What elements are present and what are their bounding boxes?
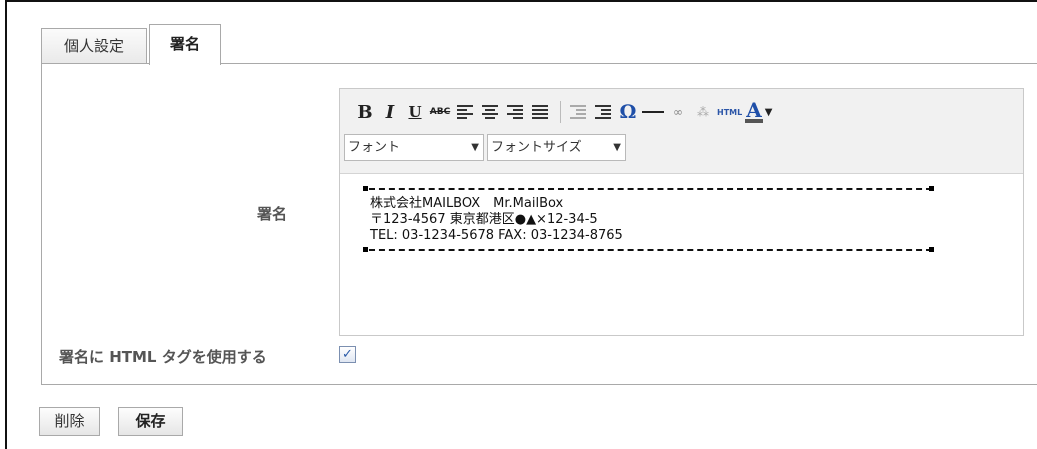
font-select[interactable]: フォント ▼ — [344, 134, 484, 161]
horizontal-rule-button[interactable] — [642, 100, 664, 124]
underline-button[interactable]: U — [404, 100, 426, 124]
font-size-select-value: フォントサイズ — [491, 140, 582, 155]
dashed-divider — [363, 245, 1013, 255]
use-html-tags-checkbox[interactable]: ✓ — [339, 346, 356, 363]
italic-button[interactable]: I — [379, 100, 401, 124]
bold-button[interactable]: B — [354, 100, 376, 124]
font-color-icon: A — [745, 98, 763, 123]
outdent-button[interactable] — [567, 100, 589, 124]
signature-content-area[interactable]: 株式会社MAILBOX Mr.MailBox 〒123-4567 東京都港区●▲… — [363, 184, 1013, 257]
html-source-icon: HTML — [717, 107, 743, 117]
chevron-down-icon: ▼ — [613, 142, 621, 153]
link-icon: ∞ — [673, 105, 683, 119]
signature-line: 株式会社MAILBOX Mr.MailBox — [370, 196, 564, 211]
checkmark-icon: ✓ — [342, 347, 353, 362]
signature-line: TEL: 03-1234-5678 FAX: 03-1234-8765 — [370, 228, 623, 243]
outdent-icon — [570, 105, 586, 119]
unlink-button[interactable]: ⁂ — [692, 100, 714, 124]
font-size-select[interactable]: フォントサイズ ▼ — [487, 134, 626, 161]
align-justify-button[interactable] — [529, 100, 551, 124]
align-center-button[interactable] — [479, 100, 501, 124]
chevron-down-icon: ▼ — [471, 142, 479, 153]
dashed-divider — [363, 184, 1013, 194]
unlink-icon: ⁂ — [697, 105, 709, 119]
save-button[interactable]: 保存 — [118, 407, 183, 436]
indent-button[interactable] — [592, 100, 614, 124]
link-button[interactable]: ∞ — [667, 100, 689, 124]
strikethrough-button[interactable]: ABC — [429, 100, 451, 124]
tab-personal-settings[interactable]: 個人設定 — [41, 28, 147, 64]
align-left-icon — [457, 105, 473, 119]
align-justify-icon — [532, 105, 548, 119]
align-left-button[interactable] — [454, 100, 476, 124]
font-select-value: フォント — [348, 140, 401, 155]
settings-window: 個人設定 署名 署名 B I U ABC Ω ∞ ⁂ HTML A ▼ フォント… — [5, 0, 1037, 449]
signature-line: 〒123-4567 東京都港区●▲×12-34-5 — [370, 212, 598, 227]
toolbar-row-font: フォント ▼ フォントサイズ ▼ — [344, 134, 629, 161]
special-char-icon: Ω — [619, 101, 637, 123]
editor-toolbar: B I U ABC Ω ∞ ⁂ HTML A ▼ フォント ▼ フォントサイズ … — [340, 89, 1023, 174]
align-center-icon — [482, 105, 498, 119]
horizontal-rule-icon — [642, 111, 664, 113]
use-html-tags-label: 署名に HTML タグを使用する — [59, 348, 267, 366]
align-right-button[interactable] — [504, 100, 526, 124]
tab-signature[interactable]: 署名 — [149, 24, 221, 65]
signature-label: 署名 — [257, 205, 288, 223]
align-right-icon — [507, 105, 523, 119]
signature-editor: B I U ABC Ω ∞ ⁂ HTML A ▼ フォント ▼ フォントサイズ … — [339, 88, 1024, 336]
special-char-button[interactable]: Ω — [617, 100, 639, 124]
delete-button[interactable]: 削除 — [39, 407, 100, 436]
toolbar-separator — [560, 101, 561, 123]
toolbar-row-format: B I U ABC Ω ∞ ⁂ HTML A ▼ — [354, 99, 775, 125]
chevron-down-icon: ▼ — [764, 106, 773, 118]
html-source-button[interactable]: HTML — [717, 100, 742, 124]
font-color-button[interactable]: A ▼ — [745, 100, 772, 124]
indent-icon — [595, 105, 611, 119]
